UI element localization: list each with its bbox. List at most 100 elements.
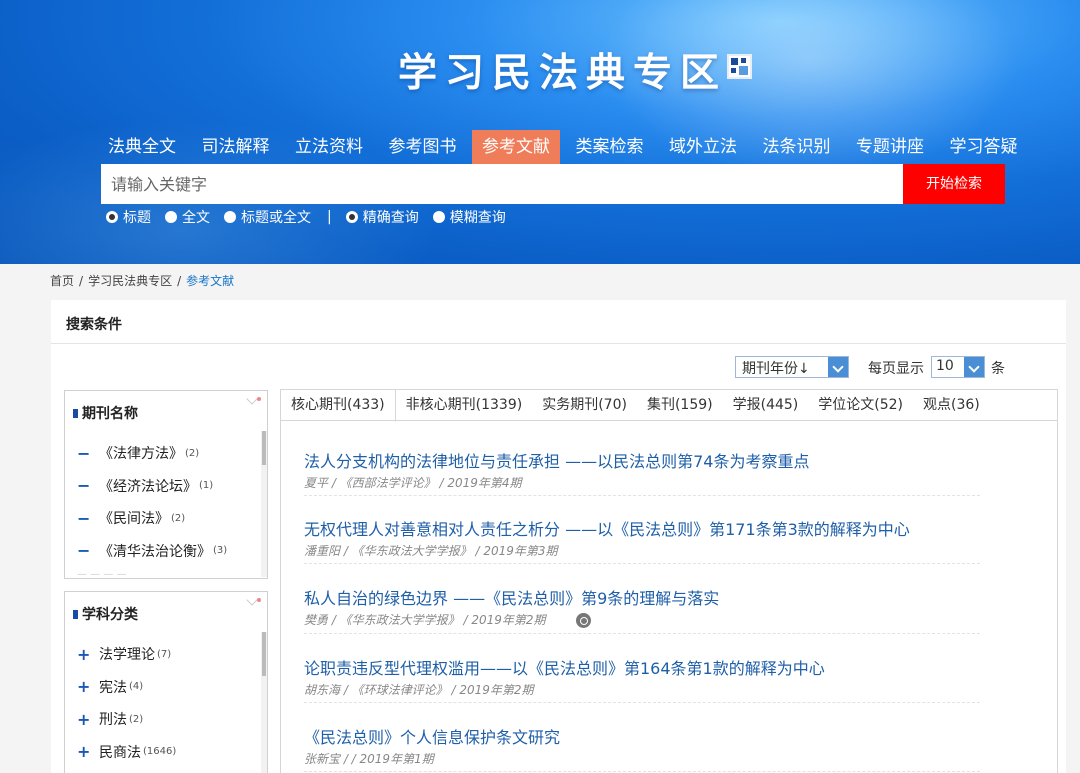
search-options: 标题 全文 标题或全文 | 精确查询 模糊查询 (106, 206, 520, 228)
article-title-link[interactable]: 论职责违反型代理权滥用——以《民法总则》第164条第1款的解释为中心 (304, 655, 980, 679)
subject-item[interactable]: + 民商法 (1646) (77, 736, 176, 769)
qr-code-icon[interactable] (727, 54, 752, 79)
option-label: 标题 (123, 210, 151, 226)
subject-list: + 法学理论 (7) + 宪法 (4) + 刑法 (2) + 民商法 (1646) (77, 638, 176, 768)
scope-option-fulltext[interactable]: 全文 (165, 207, 210, 227)
nav-item-fatiaoshibie[interactable]: 法条识别 (753, 130, 841, 164)
bullet-icon (73, 609, 78, 619)
match-option-exact[interactable]: 精确查询 (345, 207, 419, 227)
subject-label: 刑法 (99, 712, 127, 729)
subject-item[interactable]: + 刑法 (2) (77, 703, 176, 736)
breadcrumb-home[interactable]: 首页 (50, 274, 74, 288)
nav-item-leianjiansuo[interactable]: 类案检索 (566, 130, 654, 164)
site-title: 学习民法典专区 (398, 51, 728, 96)
option-label: 全文 (182, 210, 210, 226)
nav-item-sifajieshi[interactable]: 司法解释 (192, 130, 280, 164)
per-page-unit: 条 (991, 361, 1005, 377)
article-meta: 潘重阳 / 《华东政法大学学报》 / 2019年第3期 (304, 544, 558, 558)
radio-selected-icon (345, 211, 358, 223)
share-icon[interactable] (575, 613, 591, 628)
match-option-fuzzy[interactable]: 模糊查询 (432, 207, 506, 227)
subject-count: (1646) (143, 746, 177, 758)
breadcrumb-separator: / (177, 274, 182, 288)
plus-icon: + (77, 709, 91, 729)
tab-collections[interactable]: 集刊(159) (637, 390, 723, 421)
option-label: 标题或全文 (241, 210, 311, 226)
divider (51, 343, 1066, 344)
journal-count: (2) (171, 512, 186, 524)
minus-icon: − (77, 443, 91, 463)
journal-label: 《经济法论坛》 (99, 478, 197, 495)
article-title-link[interactable]: 法人分支机构的法律地位与责任承担 ——以民法总则第74条为考察重点 (304, 448, 980, 472)
tab-university-journals[interactable]: 学报(445) (723, 390, 809, 421)
tab-core-journals[interactable]: 核心期刊(433) (281, 390, 396, 422)
article-title-link[interactable]: 《民法总则》个人信息保护条文研究 (304, 724, 980, 748)
article-meta: 夏平 / 《西部法学评论》 / 2019年第4期 (304, 476, 522, 490)
journal-item[interactable]: − 《法律方法》 (2) (77, 437, 227, 470)
scope-option-title[interactable]: 标题 (106, 207, 151, 227)
journal-item[interactable]: − 《民间法》 (2) (77, 502, 227, 535)
article-meta-row: 樊勇 / 《华东政法大学学报》 / 2019年第2期 (304, 611, 980, 628)
radio-icon (165, 211, 177, 223)
sort-select-value: 期刊年份↓ (742, 361, 810, 377)
journal-item[interactable]: − 《经济法论坛》 (1) (77, 470, 227, 503)
collapse-icon[interactable] (245, 596, 263, 608)
option-label: 精确查询 (362, 210, 419, 226)
breadcrumb-separator: / (79, 274, 84, 288)
scrollbar[interactable] (261, 632, 267, 773)
main-nav: 法典全文 司法解释 立法资料 参考图书 参考文献 类案检索 域外立法 法条识别 … (98, 130, 1033, 164)
tab-practice-journals[interactable]: 实务期刊(70) (532, 390, 637, 421)
breadcrumb-current[interactable]: 参考文献 (186, 274, 234, 288)
breadcrumb-zone[interactable]: 学习民法典专区 (88, 274, 172, 288)
journal-label: 《法律方法》 (99, 446, 183, 463)
collapse-icon[interactable] (245, 395, 263, 407)
search-input[interactable] (101, 164, 903, 204)
nav-item-xuexidayi[interactable]: 学习答疑 (940, 130, 1028, 164)
breadcrumb: 首页 / 学习民法典专区 / 参考文献 (50, 272, 234, 289)
nav-item-yuwailifa[interactable]: 域外立法 (659, 130, 747, 164)
scope-option-title-or-fulltext[interactable]: 标题或全文 (224, 207, 311, 227)
journal-filter-panel: 期刊名称 − 《法律方法》 (2) − 《经济法论坛》 (1) − 《民间法》 (2) − 《… (64, 390, 268, 579)
chevron-down-icon (828, 357, 848, 377)
scrollbar-thumb[interactable] (262, 431, 266, 465)
tab-theses[interactable]: 学位论文(52) (808, 390, 913, 421)
article-item: 私人自治的绿色边界 ——《民法总则》第9条的理解与落实 樊勇 / 《华东政法大学… (304, 585, 980, 634)
sort-select[interactable]: 期刊年份↓ (735, 356, 849, 378)
tab-viewpoints[interactable]: 观点(36) (913, 390, 990, 421)
scrollbar[interactable] (261, 431, 267, 577)
tab-non-core-journals[interactable]: 非核心期刊(1339) (396, 390, 533, 421)
plus-icon: + (77, 742, 91, 762)
header-banner: 学习民法典专区 法典全文 司法解释 立法资料 参考图书 参考文献 类案检索 域外… (0, 0, 1080, 264)
minus-icon: − (77, 541, 91, 561)
search-button[interactable]: 开始检索 (903, 164, 1005, 204)
subject-label: 法学理论 (99, 647, 155, 664)
subject-item[interactable]: + 宪法 (4) (77, 671, 176, 704)
category-tabs: 核心期刊(433) 非核心期刊(1339) 实务期刊(70) 集刊(159) 学… (280, 389, 1058, 422)
nav-item-fadianquanwen[interactable]: 法典全文 (98, 130, 186, 164)
nav-item-cankaowenxian[interactable]: 参考文献 (472, 130, 560, 164)
clipped-item-icon: — — — — (77, 568, 127, 579)
article-item: 法人分支机构的法律地位与责任承担 ——以民法总则第74条为考察重点 夏平 / 《… (304, 448, 980, 496)
panel-heading: 期刊名称 (73, 403, 138, 423)
journal-count: (2) (185, 447, 200, 459)
journal-item[interactable]: − 《清华法治论衡》 (3) (77, 535, 227, 568)
journal-count: (1) (199, 480, 214, 492)
per-page-select[interactable]: 10 (931, 356, 985, 378)
scrollbar-thumb[interactable] (262, 632, 266, 676)
nav-item-cankaotushu[interactable]: 参考图书 (379, 130, 467, 164)
article-meta: 胡东海 / 《环球法律评论》 / 2019年第2期 (304, 683, 534, 697)
radio-icon (224, 211, 236, 223)
minus-icon: − (77, 508, 91, 528)
per-page-value: 10 (936, 358, 954, 374)
nav-item-zhuantijiangzuo[interactable]: 专题讲座 (846, 130, 934, 164)
journal-list: − 《法律方法》 (2) − 《经济法论坛》 (1) − 《民间法》 (2) − 《清华法治论… (77, 437, 227, 579)
per-page-label: 每页显示 (868, 361, 924, 377)
subject-item[interactable]: + 法学理论 (7) (77, 638, 176, 671)
article-meta: 张新宝 / / 2019年第1期 (304, 752, 434, 766)
article-item: 《民法总则》个人信息保护条文研究 张新宝 / / 2019年第1期 (304, 724, 980, 772)
nav-item-lifaziliao[interactable]: 立法资料 (285, 130, 373, 164)
article-title-link[interactable]: 私人自治的绿色边界 ——《民法总则》第9条的理解与落实 (304, 585, 980, 609)
option-label: 模糊查询 (449, 210, 506, 226)
article-title-link[interactable]: 无权代理人对善意相对人责任之析分 ——以《民法总则》第171条第3款的解释为中心 (304, 516, 980, 540)
panel-heading: 学科分类 (73, 604, 138, 624)
